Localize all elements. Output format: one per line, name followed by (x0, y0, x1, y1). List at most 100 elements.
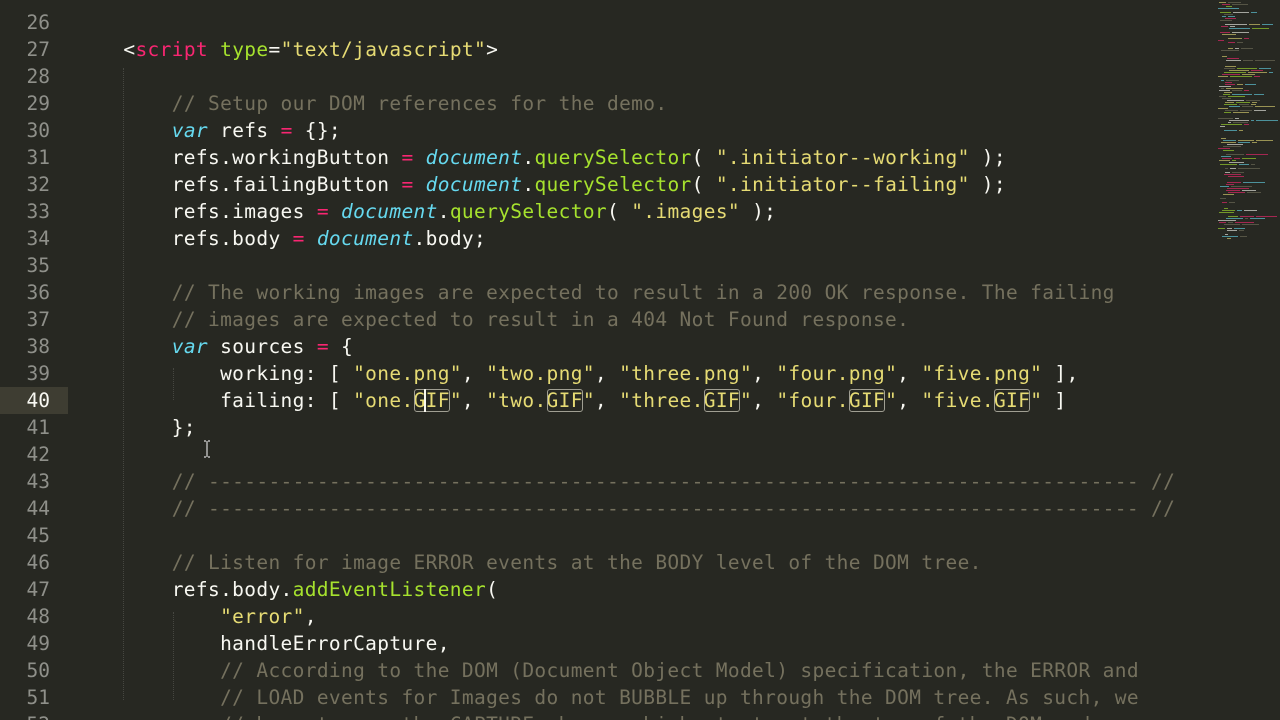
minimap-line (1221, 80, 1224, 81)
code-line[interactable]: // Setup our DOM references for the demo… (75, 90, 667, 117)
minimap-line (1244, 124, 1249, 125)
minimap-line (1222, 202, 1227, 203)
minimap-line (1234, 158, 1240, 159)
code-token: {}; (292, 119, 342, 142)
minimap-line (1222, 56, 1227, 57)
code-token: = (292, 227, 305, 250)
code-line[interactable]: var sources = { (75, 333, 353, 360)
code-token: "three. (619, 389, 704, 412)
code-line[interactable]: // -------------------------------------… (75, 468, 1175, 495)
line-number: 43 (26, 470, 50, 493)
minimap-line (1228, 96, 1245, 97)
minimap-line (1218, 220, 1236, 221)
minimap-line (1240, 110, 1252, 111)
code-token: "four. (776, 389, 849, 412)
minimap-line (1221, 26, 1228, 27)
minimap-line (1251, 12, 1257, 13)
minimap-line (1239, 164, 1249, 165)
code-token: , (897, 362, 922, 385)
line-number-gutter: 26 27 28 29 30 31 32 33 34 35 36 37 38 39 40 41 42 43 44 45… (0, 0, 72, 720)
code-line[interactable]: handleErrorCapture, (75, 630, 450, 657)
minimap-line (1225, 110, 1238, 111)
code-token: = (401, 173, 414, 196)
code-line[interactable]: <script type="text/javascript"> (75, 36, 498, 63)
code-token: ".images" (631, 200, 740, 223)
line-number: 31 (26, 146, 50, 169)
minimap-line (1234, 228, 1245, 229)
minimap-line (1219, 212, 1234, 213)
line-number: 51 (26, 686, 50, 709)
code-token: "three.png" (619, 362, 753, 385)
minimap-line (1235, 222, 1254, 223)
code-line[interactable]: // The working images are expected to re… (75, 279, 1115, 306)
code-line[interactable]: var refs = {}; (75, 117, 341, 144)
code-line[interactable]: // Listen for image ERROR events at the … (75, 549, 982, 576)
code-line[interactable]: refs.workingButton = document.querySelec… (75, 144, 1006, 171)
minimap-line (1238, 142, 1250, 143)
code-token: = (316, 200, 329, 223)
code-token: { (328, 335, 354, 358)
minimap-line (1220, 164, 1237, 165)
minimap-line (1269, 72, 1273, 73)
code-line[interactable]: }; (75, 414, 196, 441)
code-line[interactable]: refs.failingButton = document.querySelec… (75, 171, 1006, 198)
code-token: querySelector (449, 200, 607, 223)
code-line[interactable]: refs.body.addEventListener( (75, 576, 498, 603)
minimap-line (1225, 24, 1247, 25)
code-line[interactable]: // -------------------------------------… (75, 495, 1175, 522)
line-number: 46 (26, 551, 50, 574)
minimap-line (1224, 174, 1241, 175)
code-token: ); (969, 173, 1006, 196)
minimap-line (1218, 228, 1225, 229)
minimap-line (1225, 18, 1236, 19)
minimap-line (1239, 130, 1243, 131)
code-line[interactable]: // According to the DOM (Document Object… (75, 657, 1139, 684)
code-token: refs (208, 119, 281, 142)
code-line[interactable]: working: [ "one.png", "two.png", "three.… (75, 360, 1079, 387)
minimap-line (1243, 182, 1265, 183)
minimap-line (1218, 148, 1230, 149)
code-area[interactable]: <script type="text/javascript"> // Setup… (75, 0, 1215, 720)
code-line[interactable]: // have to use the CAPTURE phase, which … (75, 711, 1091, 720)
minimap-line (1224, 130, 1237, 131)
code-line[interactable]: refs.body = document.body; (75, 225, 486, 252)
code-token: , (594, 362, 620, 385)
code-token: = (268, 38, 281, 61)
minimap-line (1219, 90, 1230, 91)
minimap-line (1220, 32, 1230, 33)
minimap-line (1232, 160, 1236, 161)
minimap-line (1242, 158, 1256, 159)
minimap-line (1219, 2, 1226, 3)
code-line[interactable]: "error", (75, 603, 317, 630)
code-line[interactable]: // LOAD events for Images do not BUBBLE … (75, 684, 1139, 711)
minimap-line (1223, 94, 1230, 95)
minimap-line (1226, 154, 1244, 155)
code-token: ], (1042, 362, 1079, 385)
minimap-line (1230, 76, 1252, 77)
minimap-line (1224, 72, 1246, 73)
minimap-line (1218, 108, 1228, 109)
code-line[interactable]: failing: [ "one.GIF", "two.GIF", "three.… (75, 387, 1067, 414)
minimap-line (1226, 6, 1232, 7)
minimap-line (1220, 186, 1229, 187)
minimap-line (1218, 40, 1224, 41)
minimap-line (1229, 120, 1249, 121)
code-token: "one.png" (353, 362, 462, 385)
code-token: // According to the DOM (Document Object… (220, 659, 1139, 682)
code-line[interactable]: // images are expected to result in a 40… (75, 306, 909, 333)
code-token: refs.images (75, 200, 317, 223)
code-line[interactable]: refs.images = document.querySelector( ".… (75, 198, 776, 225)
line-number: 41 (26, 416, 50, 439)
minimap-line (1237, 84, 1243, 85)
text-cursor-icon (204, 440, 210, 458)
minimap-line (1256, 140, 1273, 141)
minimap-line (1229, 28, 1250, 29)
minimap[interactable] (1215, 0, 1280, 720)
minimap-line (1244, 38, 1249, 39)
code-editor[interactable]: 26 27 28 29 30 31 32 33 34 35 36 37 38 39 40 41 42 43 44 45… (0, 0, 1280, 720)
line-number: 36 (26, 281, 50, 304)
minimap-line (1228, 2, 1241, 3)
code-token: querySelector (534, 173, 692, 196)
code-token: "four.png" (776, 362, 898, 385)
